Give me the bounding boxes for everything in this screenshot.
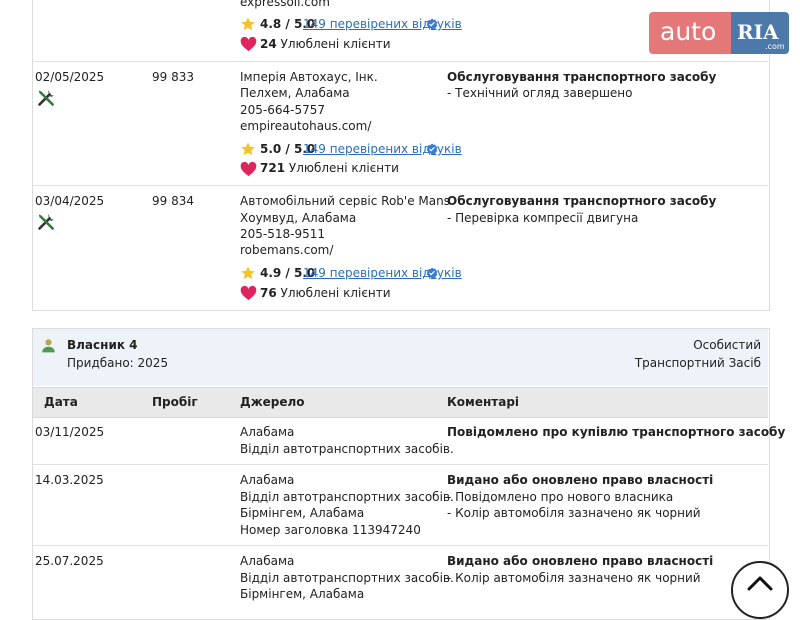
service-website[interactable]: robemans.com/: [240, 242, 333, 258]
service-website[interactable]: empireautohaus.com/: [240, 118, 371, 134]
comment-item: - Перевірка компресії двигуна: [447, 211, 639, 225]
row-source-line: Номер заголовка 113947240: [240, 523, 421, 537]
service-phone[interactable]: 205-518-9511: [240, 226, 325, 242]
row-comment-title: Повідомлено про купівлю транспортного за…: [447, 425, 786, 439]
row-comment-item: - Колір автомобіля зазначено як чорний: [447, 571, 701, 585]
logo-ria-text: RIA: [737, 20, 779, 44]
row-source-line: Алабама: [240, 554, 295, 568]
row-comment-title: Видано або оновлено право власності: [447, 473, 714, 487]
star-icon: [241, 142, 255, 156]
favorites-count: 721: [260, 161, 286, 175]
service-website[interactable]: expressoil.com: [240, 0, 330, 10]
favorites-line: 76 Улюблені клієнти: [260, 285, 391, 301]
column-header-mileage: Пробіг: [152, 395, 198, 409]
service-mileage: 99 833: [152, 70, 194, 84]
row-divider: [33, 185, 768, 186]
favorites-label: Улюблені клієнти: [288, 161, 399, 175]
column-header-date: Дата: [44, 395, 78, 409]
service-name: Імперія Автохаус, Інк.: [240, 70, 378, 84]
favorites-line: 24 Улюблені клієнти: [260, 36, 391, 52]
heart-icon: [240, 161, 257, 177]
autoria-logo[interactable]: auto RIA .com: [649, 12, 789, 54]
heart-icon: [240, 36, 257, 52]
star-icon: [241, 266, 255, 280]
row-source-line: Відділ автотранспортних засобів.: [240, 442, 454, 456]
wrench-screwdriver-icon: [38, 90, 54, 106]
owner-category: Транспортний Засіб: [634, 356, 761, 370]
logo-domain-text: .com: [765, 42, 785, 51]
favorites-label: Улюблені клієнти: [280, 286, 391, 300]
owner-purchased: Придбано: 2025: [67, 356, 169, 370]
heart-icon: [240, 285, 257, 301]
table-header: [33, 387, 768, 418]
service-name: Автомобільний сервіс Rob'e Mans: [240, 194, 450, 208]
logo-auto-text: auto: [660, 17, 717, 46]
row-divider: [33, 545, 768, 546]
person-icon: [42, 339, 55, 353]
row-comment-item: - Колір автомобіля зазначено як чорний: [447, 506, 701, 520]
service-date: 03/04/2025: [35, 194, 105, 208]
service-date: 02/05/2025: [35, 70, 105, 84]
scroll-to-top-button[interactable]: [731, 561, 789, 619]
owner-title: Власник 4: [67, 338, 138, 352]
row-source-line: Алабама: [240, 425, 295, 439]
service-mileage: 99 834: [152, 194, 194, 208]
service-phone[interactable]: 205-664-5757: [240, 102, 325, 118]
comment-item: - Технічний огляд завершено: [447, 86, 633, 100]
owner-type: Особистий: [693, 338, 761, 352]
row-source-line: Алабама: [240, 473, 295, 487]
verified-icon: [426, 18, 438, 30]
favorites-count: 24: [260, 37, 277, 51]
row-divider: [33, 464, 768, 465]
row-divider: [33, 61, 768, 62]
chevron-up-icon: [747, 576, 773, 591]
verified-icon: [426, 267, 438, 279]
row-date: 14.03.2025: [35, 473, 104, 487]
favorites-line: 721 Улюблені клієнти: [260, 160, 399, 176]
wrench-screwdriver-icon: [38, 214, 54, 230]
column-header-source: Джерело: [240, 395, 305, 409]
row-source-line: Відділ автотранспортних засобів.: [240, 571, 454, 585]
row-comment-title: Видано або оновлено право власності: [447, 554, 714, 568]
favorites-count: 76: [260, 286, 277, 300]
service-location: Хоумвуд, Алабама: [240, 211, 357, 225]
favorites-label: Улюблені клієнти: [280, 37, 391, 51]
row-comment-item: - Повідомлено про нового власника: [447, 490, 674, 504]
row-source-line: Відділ автотранспортних засобів.: [240, 490, 454, 504]
comment-title: Обслуговування транспортного засобу: [447, 194, 717, 208]
star-icon: [241, 17, 255, 31]
verified-icon: [426, 143, 438, 155]
comment-title: Обслуговування транспортного засобу: [447, 70, 717, 84]
row-source-line: Бірмінгем, Алабама: [240, 506, 365, 520]
service-location: Пелхем, Алабама: [240, 86, 350, 100]
row-date: 03/11/2025: [35, 425, 105, 439]
column-header-comments: Коментарі: [447, 395, 520, 409]
row-date: 25.07.2025: [35, 554, 104, 568]
